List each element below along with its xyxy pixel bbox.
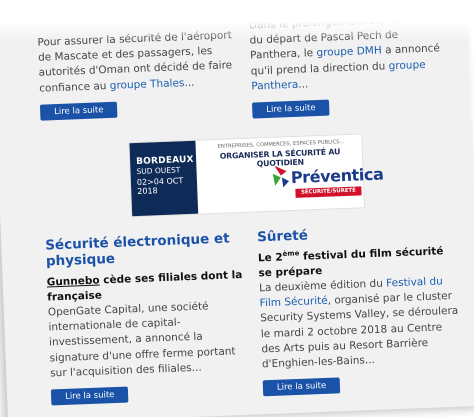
banner-brand: Préventica [290,164,384,188]
banner-year: 2018 [137,186,158,196]
section-surete: Sûreté Le 2ème festival du film sécurité… [257,222,463,397]
article-title-sup: ème [282,249,300,258]
read-more-button[interactable]: Lire la suite [50,386,129,406]
section-title[interactable]: Sûreté [257,222,457,245]
gunnebo-link[interactable]: Gunnebo [47,275,100,289]
read-more-button[interactable]: Lire la suite [39,101,118,121]
top-right-article: Panthera Dans le prolongement de l'annon… [248,0,452,119]
article-excerpt: Dans le prolongement de l'annonce du dép… [249,11,452,95]
page: Pour assurer la sécurité de l'aéroport d… [0,0,474,417]
banner-event-box: BORDEAUX SUD OUEST 02>04 OCT 2018 [129,140,199,217]
banner-region: SUD OUEST [136,165,181,177]
banner-tagline: SÉCURITÉ/SÛRETÉ [295,186,362,198]
preventica-logo-icon [272,165,290,188]
article-excerpt: OpenGate Capital, une société internatio… [47,300,236,380]
dmh-link[interactable]: groupe DMH [316,45,382,59]
read-more-button[interactable]: Lire la suite [262,377,341,397]
article-excerpt: La deuxième édition du Festival du Film … [259,274,462,373]
section-electronic-security: Sécurité électronique et physique Gunneb… [45,230,251,406]
excerpt-ellipsis: ... [298,78,309,91]
article-title-text: Le 2 [257,251,283,265]
read-more-button[interactable]: Lire la suite [251,99,330,119]
excerpt-text: La deuxième édition du [258,277,387,295]
section-title[interactable]: Sécurité électronique et physique [45,230,246,269]
thales-link[interactable]: groupe Thales [110,77,185,92]
excerpt-ellipsis: ... [184,76,195,89]
article-excerpt: Pour assurer la sécurité de l'aéroport d… [37,28,239,96]
top-left-article: Pour assurer la sécurité de l'aéroport d… [37,28,240,121]
preventica-banner[interactable]: BORDEAUX SUD OUEST 02>04 OCT 2018 ENTREP… [128,133,384,218]
